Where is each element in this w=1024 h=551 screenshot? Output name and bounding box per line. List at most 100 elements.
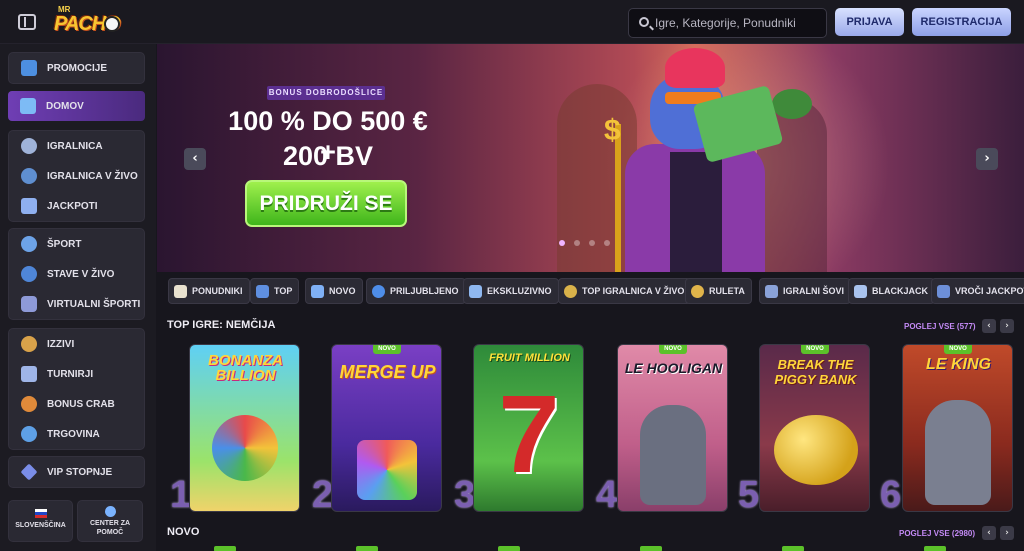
join-button[interactable]: PRIDRUŽI SE [245, 180, 407, 227]
game-title: LE KING [926, 356, 991, 373]
sidebar-toggle-icon[interactable] [18, 14, 36, 30]
sidebar-item-promotions[interactable]: PROMOCIJE [9, 53, 144, 83]
new-section-title: NOVO [167, 526, 200, 538]
category-providers[interactable]: PONUDNIKI [168, 278, 250, 304]
game-title: FRUIT MILLION [489, 352, 570, 364]
sidebar-item-label: TURNIRJI [47, 368, 94, 380]
dollar-sign-art: $ [604, 114, 621, 147]
game-tile[interactable]: NOVO MERGE UP [331, 344, 442, 512]
new-badge [498, 546, 520, 551]
next-page-icon[interactable]: › [1000, 319, 1014, 333]
seven-art: 7 [498, 373, 560, 496]
rank-number: 2 [312, 474, 334, 516]
banner-dot[interactable] [589, 240, 595, 246]
sidebar-item-live-casino[interactable]: IGRALNICA V ŽIVO [9, 161, 144, 191]
roulette-icon [21, 168, 37, 184]
sidebar-item-tournaments[interactable]: TURNIRJI [9, 359, 144, 389]
sidebar-item-bonus-crab[interactable]: BONUS CRAB [9, 389, 144, 419]
game-tile[interactable]: FRUIT MILLION 7 [473, 344, 584, 512]
category-blackjack[interactable]: BLACKJACK [848, 278, 935, 304]
new-badge: NOVO [801, 345, 829, 354]
prev-page-icon[interactable]: ‹ [982, 319, 996, 333]
sidebar-group-sport: ŠPORT STAVE V ŽIVO VIRTUALNI ŠPORTI [8, 228, 145, 320]
category-label: TOP [274, 286, 293, 296]
language-label: SLOVENŠČINA [15, 522, 66, 529]
category-top[interactable]: TOP [250, 278, 300, 304]
game-title: LE HOOLIGAN [624, 360, 723, 376]
game-tile[interactable]: NOVO BREAK THE PIGGY BANK [759, 344, 870, 512]
category-new[interactable]: NOVO [305, 278, 363, 304]
sidebar-item-home[interactable]: DOMOV [8, 91, 145, 121]
banner-pagination [559, 240, 610, 246]
sidebar-item-challenges[interactable]: IZZIVI [9, 329, 144, 359]
prev-page-icon[interactable]: ‹ [982, 526, 996, 540]
sidebar-group-extras: IZZIVI TURNIRJI BONUS CRAB TRGOVINA [8, 328, 145, 450]
cards-icon [854, 284, 867, 298]
next-page-icon[interactable]: › [1000, 526, 1014, 540]
language-selector[interactable]: SLOVENŠČINA [8, 500, 73, 542]
sidebar-item-label: PROMOCIJE [47, 62, 108, 74]
category-label: EKSKLUZIVNO [487, 286, 552, 296]
category-label: VROČI JACKPOTI [955, 286, 1024, 296]
banner-dot[interactable] [604, 240, 610, 246]
king-raccoon-art [925, 400, 991, 505]
category-bar: PONUDNIKI TOP NOVO PRILJUBLJENO EKSKLUZI… [163, 278, 1024, 306]
gift-icon [21, 60, 37, 76]
game-tile[interactable]: BONANZA BILLION [189, 344, 300, 512]
login-button[interactable]: PRIJAVA [835, 8, 904, 36]
sidebar-item-vip[interactable]: VIP STOPNJE [9, 457, 144, 487]
new-badge [782, 546, 804, 551]
banner-dot[interactable] [574, 240, 580, 246]
sidebar-item-label: DOMOV [46, 100, 84, 112]
sidebar-item-label: TRGOVINA [47, 428, 100, 440]
slovenia-flag-icon [34, 509, 47, 518]
category-hot-jackpots[interactable]: VROČI JACKPOTI [931, 278, 1024, 304]
logo[interactable]: MR PACHO [52, 4, 122, 40]
game-title: BREAK THE PIGGY BANK [774, 357, 857, 387]
sidebar-item-virtual-sports[interactable]: VIRTUALNI ŠPORTI [9, 289, 144, 319]
sidebar-item-casino[interactable]: IGRALNICA [9, 131, 144, 161]
category-top-live[interactable]: TOP IGRALNICA V ŽIVO [558, 278, 692, 304]
category-exclusive[interactable]: EKSKLUZIVNO [463, 278, 559, 304]
section-title: TOP IGRE: NEMČIJA [167, 319, 276, 331]
book-icon [174, 284, 187, 298]
help-center-button[interactable]: CENTER ZA POMOČ [77, 500, 143, 542]
new-badge: NOVO [944, 345, 972, 354]
game-title: MERGE UP [339, 362, 436, 382]
search-box[interactable] [628, 8, 827, 38]
sidebar-item-jackpots[interactable]: JACKPOTI [9, 191, 144, 221]
sidebar-item-shop[interactable]: TRGOVINA [9, 419, 144, 449]
gamepad-icon [21, 296, 37, 312]
sidebar-item-label: VIRTUALNI ŠPORTI [47, 298, 141, 310]
medal-icon [21, 336, 37, 352]
help-icon [104, 506, 116, 517]
sidebar-item-label: BONUS CRAB [47, 398, 115, 410]
see-all-link[interactable]: POGLEJ VSE (577) [904, 322, 976, 331]
game-tile[interactable]: NOVO LE KING [902, 344, 1013, 512]
lollipop-art [212, 415, 278, 481]
banner-dot[interactable] [559, 240, 565, 246]
search-input[interactable] [655, 15, 820, 31]
banner-prev-icon[interactable]: ‹ [184, 148, 206, 170]
promo-banner[interactable]: $ BONUS DOBRODOŠLICE 100 % DO 500 € + 20… [157, 44, 1024, 272]
rank-number: 3 [454, 474, 476, 516]
category-roulette[interactable]: RULETA [685, 278, 752, 304]
new-badge [356, 546, 378, 551]
sidebar-item-label: VIP STOPNJE [47, 466, 113, 478]
sidebar-item-label: STAVE V ŽIVO [47, 268, 115, 280]
category-popular[interactable]: PRILJUBLJENO [366, 278, 466, 304]
register-button[interactable]: REGISTRACIJA [912, 8, 1011, 36]
banner-next-icon[interactable]: › [976, 148, 998, 170]
shop-icon [21, 426, 37, 442]
game-tile[interactable]: NOVO LE HOOLIGAN [617, 344, 728, 512]
rank-number: 6 [880, 474, 902, 516]
sidebar-item-label: ŠPORT [47, 238, 82, 250]
see-all-new-link[interactable]: POGLEJ VSE (2980) [899, 529, 975, 538]
game-title: BONANZA BILLION [208, 352, 283, 384]
new-badge: NOVO [373, 345, 401, 354]
sidebar-item-live-bets[interactable]: STAVE V ŽIVO [9, 259, 144, 289]
lightning-icon [311, 284, 324, 298]
sidebar-item-sport[interactable]: ŠPORT [9, 229, 144, 259]
category-game-shows[interactable]: IGRALNI ŠOVI [759, 278, 852, 304]
bonus-tag: BONUS DOBRODOŠLICE [267, 86, 385, 100]
